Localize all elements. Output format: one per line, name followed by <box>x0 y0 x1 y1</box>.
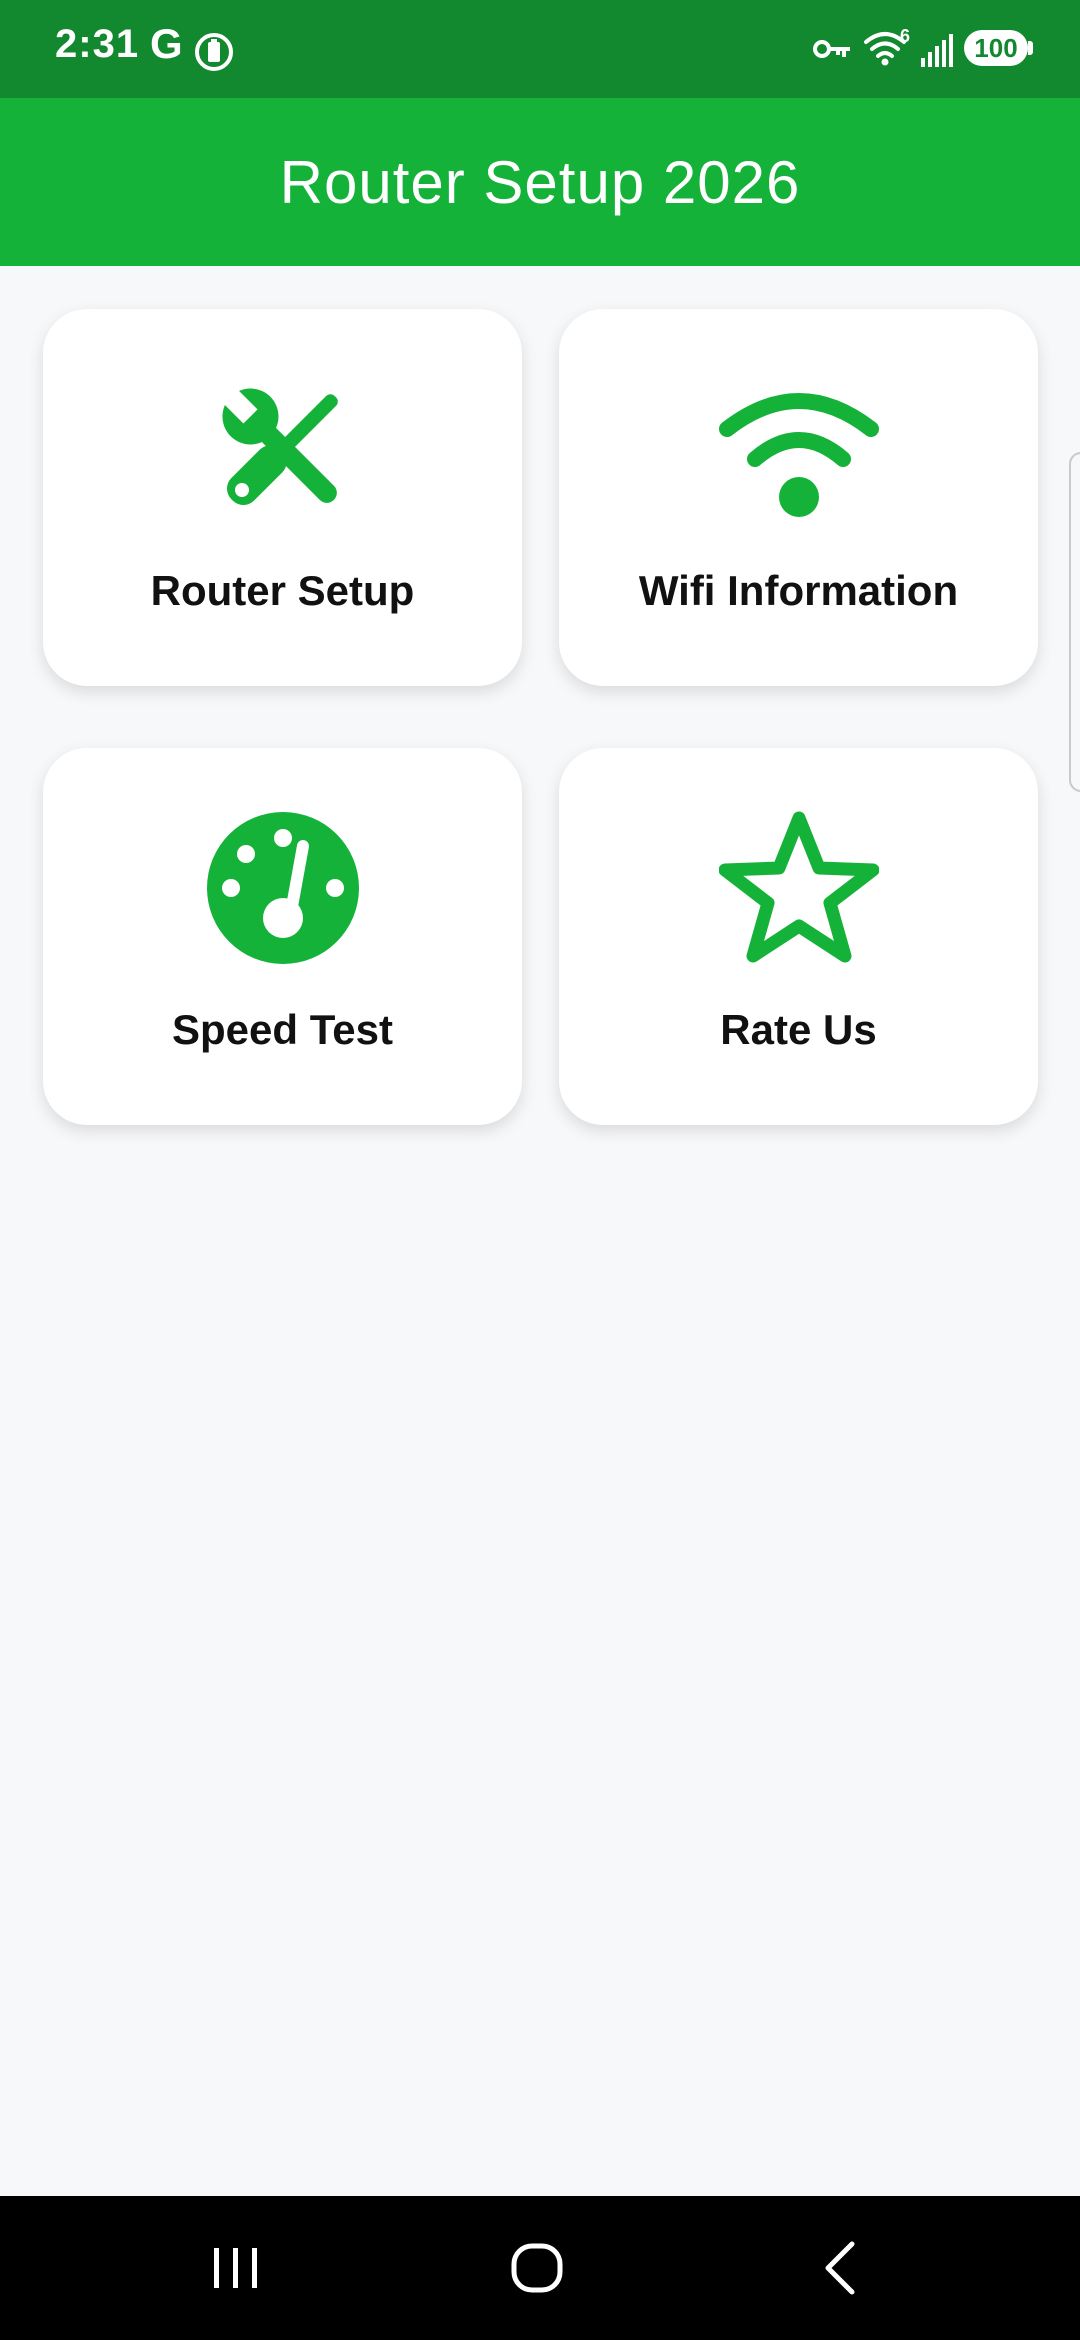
wifi-information-label: Wifi Information <box>638 567 959 614</box>
wifi-icon <box>718 393 879 517</box>
router-setup-card[interactable]: Router Setup <box>43 309 522 686</box>
cell-signal-icon <box>921 34 953 67</box>
wifi-superscript: 6 <box>900 26 911 46</box>
battery-saver-icon <box>195 33 233 71</box>
edge-panel-handle[interactable] <box>1069 452 1080 792</box>
app-bar: Router Setup 2026 <box>0 98 1080 266</box>
tools-icon <box>218 385 338 506</box>
rate-us-card[interactable]: Rate Us <box>559 748 1038 1125</box>
rate-us-label: Rate Us <box>720 1006 877 1053</box>
speedometer-icon <box>206 812 359 964</box>
speed-test-card[interactable]: Speed Test <box>43 748 522 1125</box>
home-icon[interactable] <box>497 2232 577 2304</box>
wifi-information-card[interactable]: Wifi Information <box>559 309 1038 686</box>
google-g-icon: G <box>150 20 183 67</box>
back-icon[interactable] <box>800 2232 880 2304</box>
speed-test-label: Speed Test <box>172 1006 393 1053</box>
router-setup-label: Router Setup <box>150 567 415 614</box>
page-title: Router Setup 2026 <box>279 148 801 216</box>
status-time: 2:31 <box>55 22 140 66</box>
vpn-key-icon <box>813 40 850 58</box>
star-outline-icon <box>718 811 879 963</box>
recents-icon[interactable] <box>196 2232 276 2304</box>
battery-tip <box>1028 41 1033 55</box>
status-bar: 2:31 G 6 100 <box>0 0 1080 98</box>
battery-level: 100 <box>974 32 1018 63</box>
battery-icon: 100 <box>964 30 1028 66</box>
navigation-bar <box>0 2196 1080 2340</box>
